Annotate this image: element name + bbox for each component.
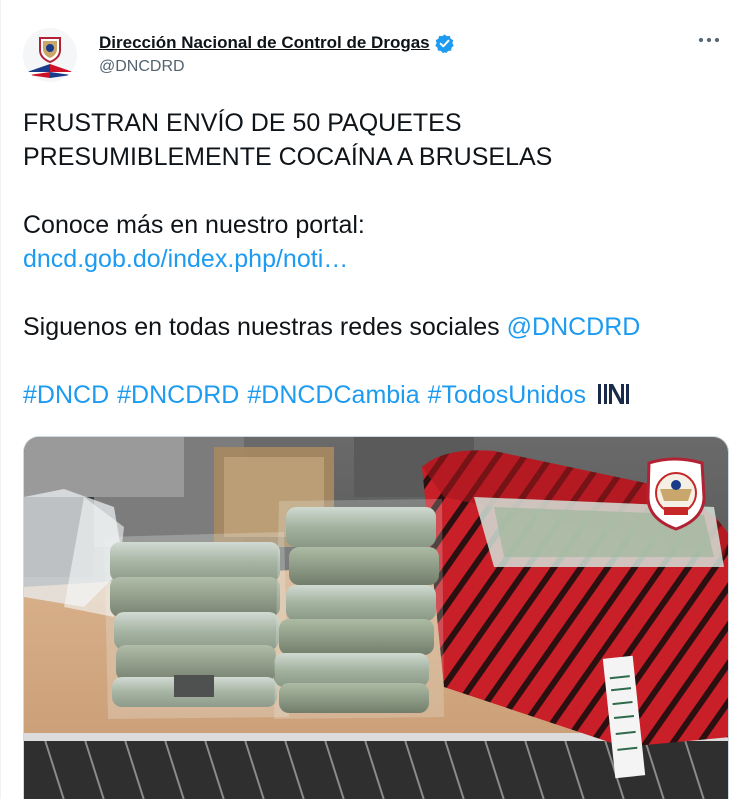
tweet-card[interactable]: Dirección Nacional de Control de Drogas … xyxy=(0,0,748,799)
hashtag-dncdrd[interactable]: #DNCDRD xyxy=(117,381,239,409)
tweet-media-photo[interactable] xyxy=(23,436,729,799)
dncd-badge-icon xyxy=(646,457,706,531)
headline-line-1: FRUSTRAN ENVÍO DE 50 PAQUETES xyxy=(23,109,462,137)
tweet-text: FRUSTRAN ENVÍO DE 50 PAQUETES PRESUMIBLE… xyxy=(23,106,723,412)
follow-text: Siguenos en todas nuestras redes sociale… xyxy=(23,313,507,341)
seized-packages-photo-icon xyxy=(24,437,728,799)
follow-line: Siguenos en todas nuestras redes sociale… xyxy=(23,310,723,344)
author-info: Dirección Nacional de Control de Drogas … xyxy=(99,32,455,76)
tweet-header: Dirección Nacional de Control de Drogas … xyxy=(23,28,723,88)
portal-link[interactable]: dncd.gob.do/index.php/noti… xyxy=(23,245,348,273)
hashtag-line: #DNCD #DNCDRD #DNCDCambia #TodosUnidos xyxy=(23,378,723,412)
mention-link[interactable]: @DNCDRD xyxy=(507,313,641,341)
author-handle[interactable]: @DNCDRD xyxy=(99,58,455,76)
portal-text: Conoce más en nuestro portal: xyxy=(23,211,365,239)
more-options-icon[interactable] xyxy=(695,30,723,50)
package-stack-left xyxy=(104,532,289,719)
verified-badge-icon xyxy=(434,33,455,54)
todos-unidos-n-icon xyxy=(596,381,630,416)
avatar[interactable] xyxy=(23,28,77,82)
dncd-shield-logo-icon xyxy=(23,28,77,82)
package-stack-right xyxy=(274,499,444,719)
hashtag-dncd[interactable]: #DNCD xyxy=(23,381,109,409)
headline-line-2: PRESUMIBLEMENTE COCAÍNA A BRUSELAS xyxy=(23,143,553,171)
hashtag-dncdcambia[interactable]: #DNCDCambia xyxy=(247,381,419,409)
hashtag-todosunidos[interactable]: #TodosUnidos xyxy=(428,381,586,409)
author-display-name[interactable]: Dirección Nacional de Control de Drogas xyxy=(99,33,430,53)
